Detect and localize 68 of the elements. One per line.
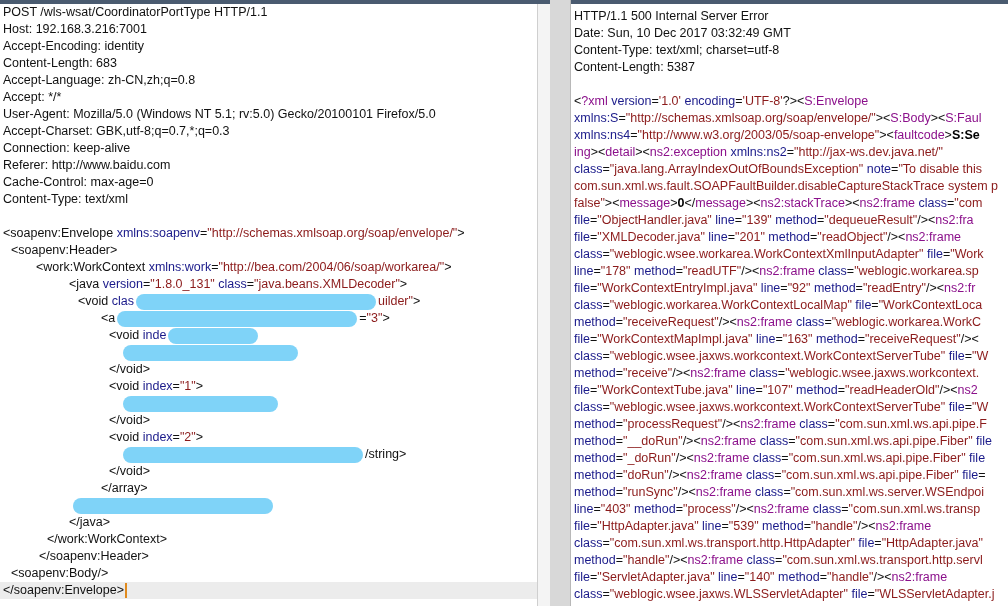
code-text: method="_doRun"/><ns2:frame class="com.sun.xml.ws.api.pipe.Fiber" file — [574, 450, 986, 467]
code-text: method="receiveRequest"/><ns2:frame class="weblogic.workarea.WorkC — [574, 314, 982, 331]
header-line: HTTP/1.1 500 Internal Server Error — [574, 8, 769, 25]
code-text: <void clas — [78, 293, 134, 310]
code-text: file="HttpAdapter.java" line="539" method="handle"/><ns2:frame — [574, 518, 932, 535]
code-text: file="WorkContextEntryImpl.java" line="92" method="readEntry"/><ns2:fr — [574, 280, 976, 297]
code-text: method="doRun"/><ns2:frame class="com.sun.xml.ws.api.pipe.Fiber" file= — [574, 467, 986, 484]
code-text: <?xml version='1.0' encoding='UTF-8'?><S:Envelope — [574, 93, 869, 110]
code-text: class="weblogic.wsee.jaxws.workcontext.WorkContextServerTube" file="W — [574, 399, 989, 416]
header-line: User-Agent: Mozilla/5.0 (Windows NT 5.1; rv:5.0) Gecko/20100101 Firefox/5.0 — [3, 106, 436, 123]
header-line: Content-Length: 5387 — [574, 59, 695, 76]
code-text: xmlns:ns4="http://www.w3.org/2003/05/soap-envelope"><faultcode>S:Se — [574, 127, 980, 144]
code-text: </void> — [109, 361, 150, 378]
header-line: Date: Sun, 10 Dec 2017 03:32:49 GMT — [574, 25, 791, 42]
code-text: </java> — [69, 514, 110, 531]
code-text: <soapenv:Envelope xmlns:soapenv="http://schemas.xmlsoap.org/soap/envelope/"> — [3, 225, 465, 242]
code-text: <soapenv:Body/> — [11, 565, 109, 582]
code-text: method="processRequest"/><ns2:frame class="com.sun.xml.ws.api.pipe.F — [574, 416, 987, 433]
code-text: file="XMLDecoder.java" line="201" method="readObject"/><ns2:frame — [574, 229, 961, 246]
code-text: </soapenv:Envelope> — [3, 582, 124, 599]
code-text: class="weblogic.wsee.workarea.WorkContextXmlInputAdapter" file="Work — [574, 246, 984, 263]
header-line: Cache-Control: max-age=0 — [3, 174, 154, 191]
code-text: </array> — [101, 480, 148, 497]
header-line: Accept-Language: zh-CN,zh;q=0.8 — [3, 72, 196, 89]
code-text: <void inde — [109, 327, 167, 344]
header-line: Accept: */* — [3, 89, 62, 106]
code-text: xmlns:S="http://schemas.xmlsoap.org/soap/envelope/"><S:Body><S:Faul — [574, 110, 982, 127]
header-line: Accept-Charset: GBK,utf-8;q=0.7,*;q=0.3 — [3, 123, 230, 140]
code-text: file="WorkContextMapImpl.java" line="163" method="receiveRequest"/>< — [574, 331, 979, 348]
header-line: Content-Length: 683 — [3, 55, 117, 72]
code-text: <a — [101, 310, 116, 327]
code-text: </work:WorkContext> — [47, 531, 167, 548]
code-text: class="com.sun.xml.ws.transport.http.HttpAdapter" file="HttpAdapter.java" — [574, 535, 983, 552]
header-line: Referer: http://www.baidu.com — [3, 157, 171, 174]
code-text: ing><detail><ns2:exception xmlns:ns2="http://jax-ws.dev.java.net/" — [574, 144, 943, 161]
code-text: file="ServletAdapter.java" line="140" method="handle"/><ns2:frame — [574, 569, 948, 586]
code-text: file="ObjectHandler.java" line="139" method="dequeueResult"/><ns2:fra — [574, 212, 974, 229]
header-line: Content-Type: text/xml — [3, 191, 129, 208]
code-text: line="403" method="process"/><ns2:frame class="com.sun.xml.ws.transp — [574, 501, 981, 518]
code-text: /string> — [365, 446, 407, 463]
code-text: class="weblogic.wsee.jaxws.WLSServletAdapter" file="WLSServletAdapter.j — [574, 586, 995, 603]
code-text: method="handle"/><ns2:frame class="com.sun.xml.ws.transport.http.servl — [574, 552, 983, 569]
code-text: com.sun.xml.ws.fault.SOAPFaultBuilder.disableCaptureStackTrace system p — [574, 178, 998, 195]
header-line: Host: 192.168.3.216:7001 — [3, 21, 147, 38]
code-text: <void index="2"> — [109, 429, 204, 446]
code-text: class="java.lang.ArrayIndexOutOfBoundsException" note="To disable this — [574, 161, 983, 178]
code-text: method="__doRun"/><ns2:frame class="com.sun.xml.ws.api.pipe.Fiber" file — [574, 433, 993, 450]
code-text: ="3"> — [359, 310, 390, 327]
code-text: file="WorkContextTube.java" line="107" method="readHeaderOld"/><ns2 — [574, 382, 978, 399]
code-text: <work:WorkContext xmlns:work="http://bea.com/2004/06/soap/workarea/"> — [36, 259, 452, 276]
header-line: Content-Type: text/xml; charset=utf-8 — [574, 42, 780, 59]
code-text: </soapenv:Header> — [39, 548, 149, 565]
code-text: <java version="1.8.0_131" class="java.beans.XMLDecoder"> — [69, 276, 408, 293]
code-text: false"><message>0</message><ns2:stackTrace><ns2:frame class="com — [574, 195, 983, 212]
code-text: line="178" method="readUTF"/><ns2:frame class="weblogic.workarea.sp — [574, 263, 979, 280]
scrollbar[interactable] — [537, 4, 550, 606]
code-text: class="weblogic.workarea.WorkContextLocalMap" file="WorkContextLoca — [574, 297, 983, 314]
code-text: class="weblogic.wsee.jaxws.workcontext.WorkContextServerTube" file="W — [574, 348, 989, 365]
code-text: uilder"> — [377, 293, 421, 310]
code-text: method="runSync"/><ns2:frame class="com.sun.xml.ws.server.WSEndpoi — [574, 484, 985, 501]
header-line: POST /wls-wsat/CoordinatorPortType HTTP/1.1 — [3, 4, 268, 21]
code-text: method="receive"/><ns2:frame class="weblogic.wsee.jaxws.workcontext. — [574, 365, 980, 382]
code-text: <soapenv:Header> — [11, 242, 118, 259]
code-text: </void> — [109, 463, 150, 480]
code-text: <void index="1"> — [109, 378, 204, 395]
header-line: Accept-Encoding: identity — [3, 38, 145, 55]
code-text: </void> — [109, 412, 150, 429]
header-line: Connection: keep-alive — [3, 140, 131, 157]
